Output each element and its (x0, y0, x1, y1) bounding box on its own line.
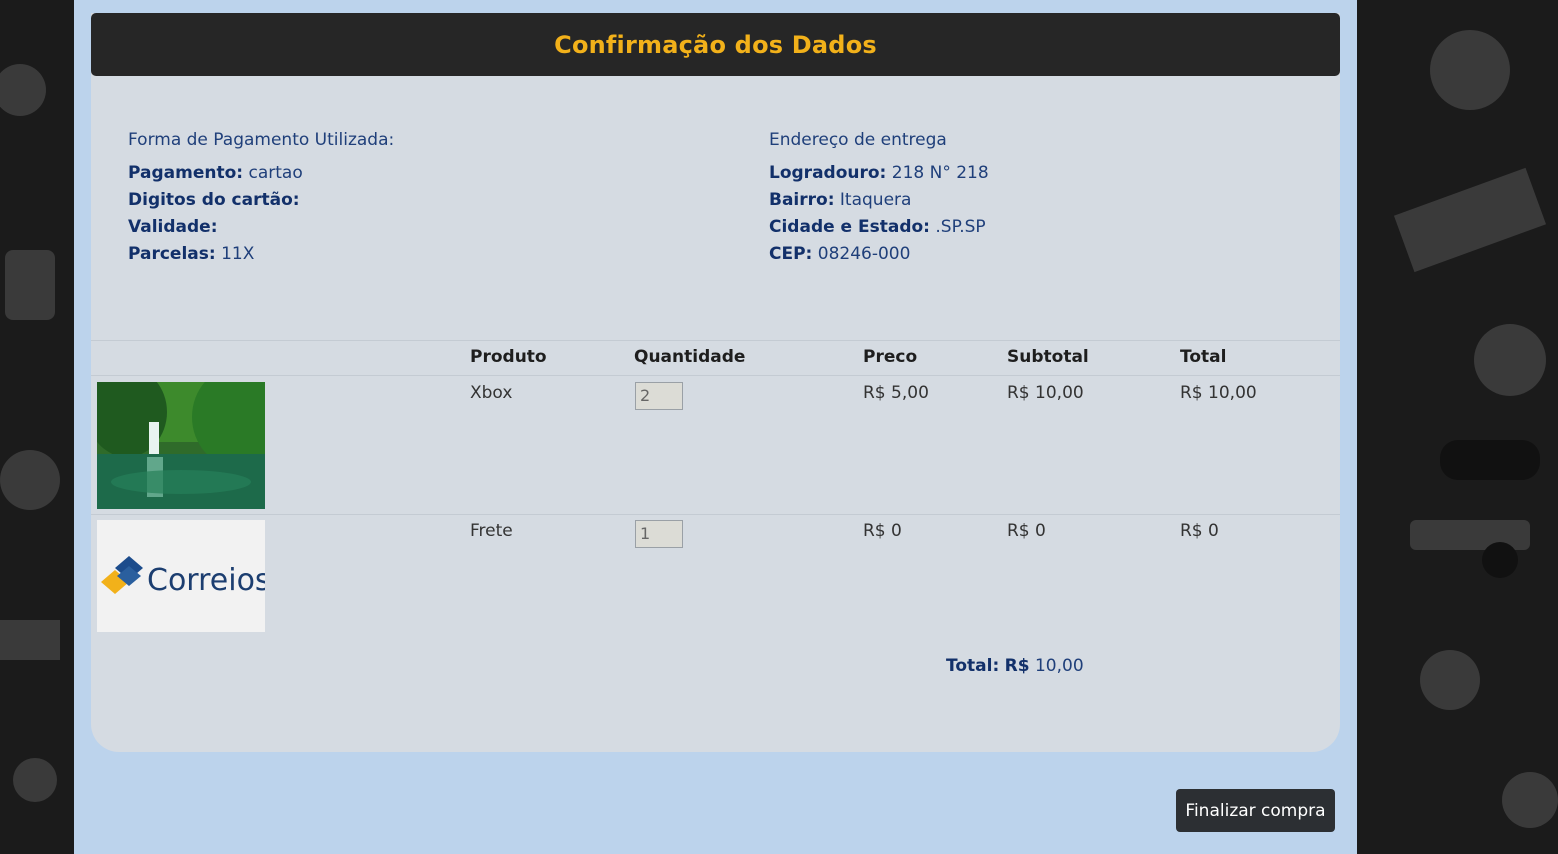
payment-method-row: Pagamento: cartao (128, 160, 394, 187)
order-total: Total: R$ 10,00 (946, 656, 1084, 676)
address-info: Endereço de entrega Logradouro: 218 N° 2… (769, 127, 989, 268)
row1-price: R$ 5,00 (863, 383, 929, 403)
row2-price: R$ 0 (863, 521, 902, 541)
row1-product: Xbox (470, 383, 513, 403)
row1-quantity-input[interactable]: 2 (635, 382, 683, 410)
column-header-total: Total (1180, 347, 1227, 367)
cep-row: CEP: 08246-000 (769, 241, 989, 268)
address-heading: Endereço de entrega (769, 130, 947, 150)
street-label: Logradouro: (769, 163, 887, 183)
column-header-quantidade: Quantidade (634, 347, 746, 367)
product-image-waterfall (97, 382, 265, 509)
street-row: Logradouro: 218 N° 218 (769, 160, 989, 187)
finalize-purchase-button[interactable]: Finalizar compra (1176, 789, 1335, 832)
page-title: Confirmação dos Dados (554, 30, 877, 59)
payment-method-value: cartao (248, 163, 303, 183)
city-value: .SP.SP (935, 217, 986, 237)
correios-logo-image: Correios (97, 520, 265, 632)
city-label: Cidade e Estado: (769, 217, 930, 237)
cep-label: CEP: (769, 244, 813, 264)
column-header-preco: Preco (863, 347, 918, 367)
order-total-label: Total: (946, 656, 1000, 676)
cep-value: 08246-000 (817, 244, 911, 264)
validity-label: Validade: (128, 217, 218, 237)
table-top-border (91, 340, 1340, 341)
row2-total: R$ 0 (1180, 521, 1219, 541)
payment-method-label: Pagamento: (128, 163, 244, 183)
row-divider (91, 514, 1340, 515)
correios-logo-text: Correios (147, 563, 265, 598)
row1-total: R$ 10,00 (1180, 383, 1257, 403)
payment-heading: Forma de Pagamento Utilizada: (128, 130, 395, 150)
payment-info: Forma de Pagamento Utilizada: Pagamento:… (128, 127, 394, 268)
column-header-produto: Produto (470, 347, 547, 367)
order-total-currency: R$ (1004, 656, 1030, 676)
installments-value: 11X (221, 244, 255, 264)
page-container: Confirmação dos Dados Forma de Pagamento… (74, 0, 1357, 854)
order-total-value: 10,00 (1034, 656, 1084, 676)
column-header-subtotal: Subtotal (1007, 347, 1089, 367)
validity-row: Validade: (128, 214, 394, 241)
row1-subtotal: R$ 10,00 (1007, 383, 1084, 403)
district-label: Bairro: (769, 190, 835, 210)
card-digits-row: Digitos do cartão: (128, 187, 394, 214)
district-value: Itaquera (839, 190, 912, 210)
city-row: Cidade e Estado: .SP.SP (769, 214, 989, 241)
installments-label: Parcelas: (128, 244, 216, 264)
card-header: Confirmação dos Dados (91, 13, 1340, 76)
installments-row: Parcelas: 11X (128, 241, 394, 268)
street-value: 218 N° 218 (891, 163, 989, 183)
table-header-border (91, 375, 1340, 376)
card-digits-label: Digitos do cartão: (128, 190, 300, 210)
row2-quantity-input[interactable]: 1 (635, 520, 683, 548)
confirmation-card: Confirmação dos Dados Forma de Pagamento… (91, 13, 1340, 752)
district-row: Bairro: Itaquera (769, 187, 989, 214)
row2-subtotal: R$ 0 (1007, 521, 1046, 541)
row2-product: Frete (470, 521, 513, 541)
